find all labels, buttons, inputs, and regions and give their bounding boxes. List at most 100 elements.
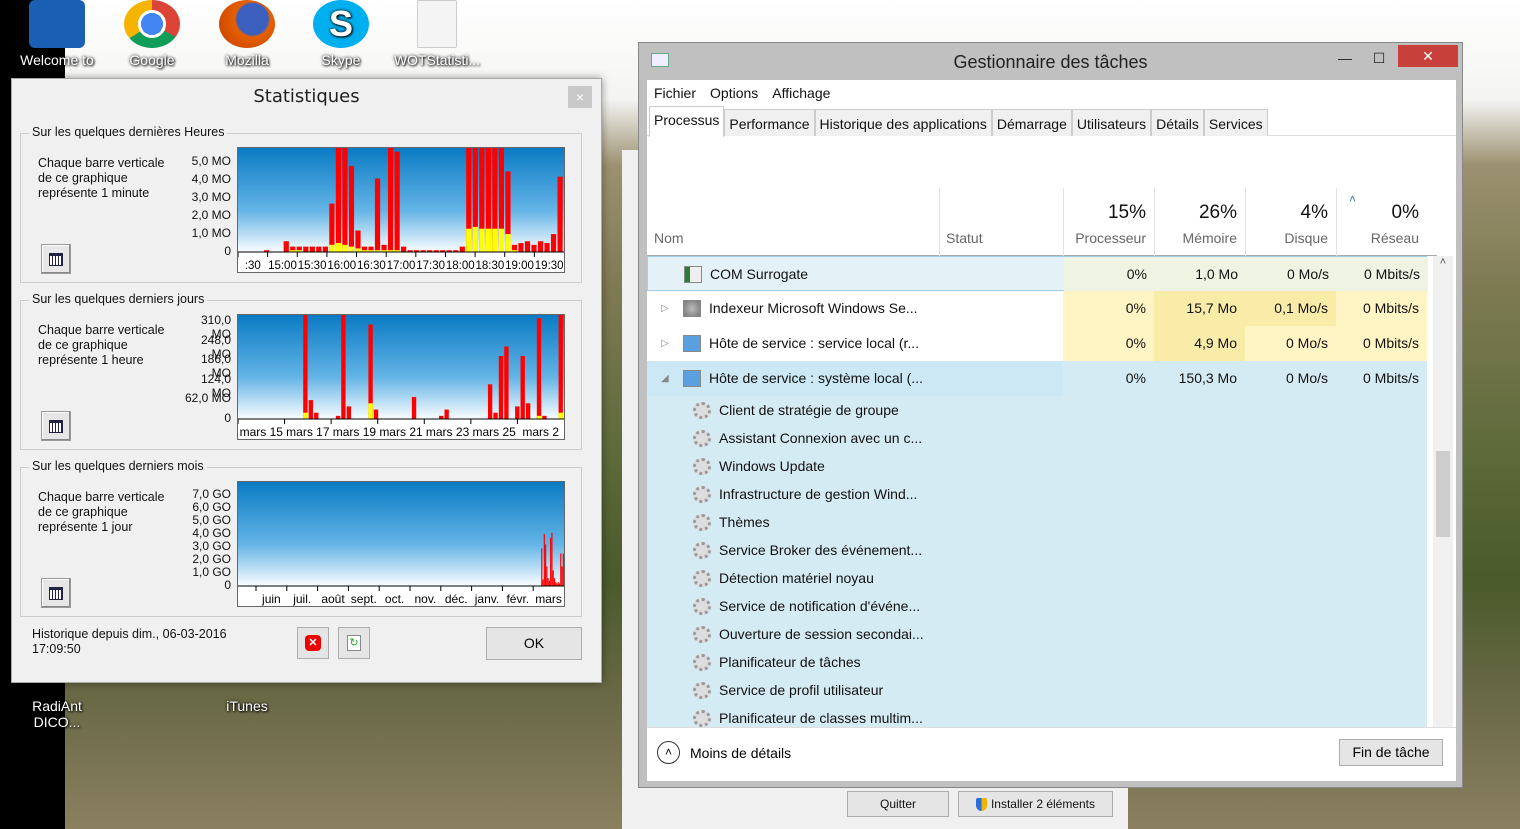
column-name[interactable]: Nom	[654, 230, 684, 246]
calendar-button[interactable]	[41, 578, 71, 608]
column-network[interactable]: ˄ 0% Réseau	[1336, 188, 1427, 256]
service-row[interactable]: Détection matériel noyau	[647, 564, 1427, 592]
bar-total	[373, 409, 379, 419]
menu-file[interactable]: Fichier	[654, 80, 696, 106]
x-tick-label: 19:00	[505, 260, 534, 272]
x-tick-label: 15:30	[298, 260, 327, 272]
tab-services[interactable]: Services	[1203, 109, 1268, 136]
process-row[interactable]: ▷ Hôte de service : service local (r... 0%…	[647, 326, 1427, 361]
close-button[interactable]: ×	[568, 86, 592, 108]
ok-button[interactable]: OK	[486, 627, 582, 660]
delete-history-button[interactable]: ✕	[297, 627, 329, 659]
menu-view[interactable]: Affichage	[772, 80, 830, 106]
install-updates-button[interactable]: Installer 2 éléments	[958, 791, 1113, 817]
collapse-icon[interactable]: ◢	[661, 361, 669, 396]
bar-total	[550, 234, 557, 252]
tab-performance[interactable]: Performance	[724, 109, 815, 136]
group-hours: Sur les quelques dernières Heures Chaque…	[20, 125, 582, 283]
minimize-button[interactable]: —	[1328, 47, 1362, 69]
service-row[interactable]: Service de profil utilisateur	[647, 676, 1427, 704]
refresh-button[interactable]: ↻	[338, 627, 370, 659]
vertical-scrollbar[interactable]: ˄ ˅	[1433, 256, 1453, 762]
service-name: Client de stratégie de groupe	[719, 402, 899, 418]
x-tick-label: :30	[245, 260, 261, 272]
column-disk[interactable]: 4% Disque	[1245, 188, 1336, 256]
column-status[interactable]: Statut	[939, 188, 1063, 256]
bar-total	[309, 246, 315, 252]
service-row[interactable]: Infrastructure de gestion Wind...	[647, 480, 1427, 508]
desktop-icon-asus[interactable]: Welcome to	[12, 0, 102, 68]
tab-processes[interactable]: Processus	[649, 106, 725, 137]
less-details-button[interactable]: ˄ Moins de détails	[657, 741, 791, 764]
tab-bar: Processus Performance Historique des app…	[647, 106, 1456, 137]
title-bar[interactable]: Gestionnaire des tâches — ☐ ✕	[639, 43, 1462, 81]
service-gear-icon	[693, 682, 711, 699]
service-gear-icon	[693, 654, 711, 671]
bar-total	[557, 582, 559, 586]
service-gear-icon	[693, 430, 711, 447]
net-value: 0 Mbits/s	[1336, 291, 1427, 326]
bar-total	[308, 400, 313, 419]
service-row[interactable]: Ouverture de session secondai...	[647, 620, 1427, 648]
bar-total	[525, 403, 531, 419]
desktop-icon-chrome[interactable]: Google	[107, 0, 197, 68]
tab-startup[interactable]: Démarrage	[991, 109, 1072, 136]
bar-total	[374, 178, 381, 252]
process-row[interactable]: ▷ Indexeur Microsoft Windows Se... 0% 15,7 …	[647, 291, 1427, 326]
disk-total: 4%	[1300, 202, 1328, 223]
service-row[interactable]: Client de stratégie de groupe	[647, 396, 1427, 424]
close-button[interactable]: ✕	[1398, 45, 1458, 67]
column-cpu[interactable]: 15% Processeur	[1063, 188, 1154, 256]
service-row[interactable]: Service de notification d'événe...	[647, 592, 1427, 620]
service-row[interactable]: Planificateur de tâches	[647, 648, 1427, 676]
x-tick-label: mars 17	[286, 425, 330, 439]
calendar-button[interactable]	[41, 411, 71, 441]
bar-total	[329, 203, 335, 252]
process-row[interactable]: ◢ Hôte de service : système local (... 0% 1…	[647, 361, 1427, 396]
calendar-icon	[49, 419, 63, 433]
tab-details[interactable]: Détails	[1151, 109, 1204, 136]
desktop-icon-skype[interactable]: S Skype	[296, 0, 386, 68]
icon-label: Google	[129, 52, 175, 68]
service-row[interactable]: Assistant Connexion avec un c...	[647, 424, 1427, 452]
desktop-icon-radiant[interactable]: RadiAnt DICO...	[12, 680, 102, 730]
service-row[interactable]: Thèmes	[647, 508, 1427, 536]
y-tick-label: 3,0 GO	[192, 539, 231, 553]
net-value: 0 Mbits/s	[1336, 361, 1427, 396]
process-row[interactable]: COM Surrogate 0% 1,0 Mo 0 Mo/s 0 Mbits/s	[647, 256, 1428, 292]
cpu-value: 0%	[1063, 291, 1154, 326]
tab-users[interactable]: Utilisateurs	[1071, 109, 1152, 136]
cpu-value: 0%	[1064, 257, 1155, 292]
menu-options[interactable]: Options	[710, 80, 758, 106]
task-manager-content: Fichier Options Affichage Processus Perf…	[647, 80, 1456, 781]
calendar-button[interactable]	[41, 244, 71, 274]
quit-button[interactable]: Quitter	[847, 791, 949, 817]
desktop-icon-wotstatistics[interactable]: WOTStatisti...	[392, 0, 482, 68]
y-tick-label: 4,0 GO	[192, 526, 231, 540]
scrollbar-thumb[interactable]	[1436, 451, 1450, 537]
end-task-button[interactable]: Fin de tâche	[1339, 739, 1443, 766]
bar-total	[536, 318, 542, 419]
bar-total	[520, 355, 525, 419]
bar-total	[303, 315, 308, 419]
bar-partial	[329, 244, 335, 252]
tab-app-history[interactable]: Historique des applications	[814, 109, 992, 136]
expand-icon[interactable]: ▷	[661, 291, 669, 326]
desktop-icon-firefox[interactable]: Mozilla	[202, 0, 292, 68]
column-memory[interactable]: 26% Mémoire	[1154, 188, 1245, 256]
expand-icon[interactable]: ▷	[661, 326, 669, 361]
bar-partial	[472, 226, 478, 252]
bar-total	[543, 534, 545, 586]
desktop-icon-itunes[interactable]: iTunes	[202, 680, 292, 714]
bar-total	[553, 578, 556, 586]
service-row[interactable]: Service Broker des événement...	[647, 536, 1427, 564]
bar-partial	[342, 244, 348, 252]
bar-total	[546, 566, 548, 586]
service-row[interactable]: Windows Update	[647, 452, 1427, 480]
service-gear-icon	[693, 458, 711, 475]
bar-total	[322, 246, 328, 252]
bar-total	[541, 548, 543, 586]
bar-total	[394, 151, 400, 252]
scroll-up-icon[interactable]: ˄	[1433, 256, 1453, 268]
maximize-button[interactable]: ☐	[1362, 47, 1396, 69]
